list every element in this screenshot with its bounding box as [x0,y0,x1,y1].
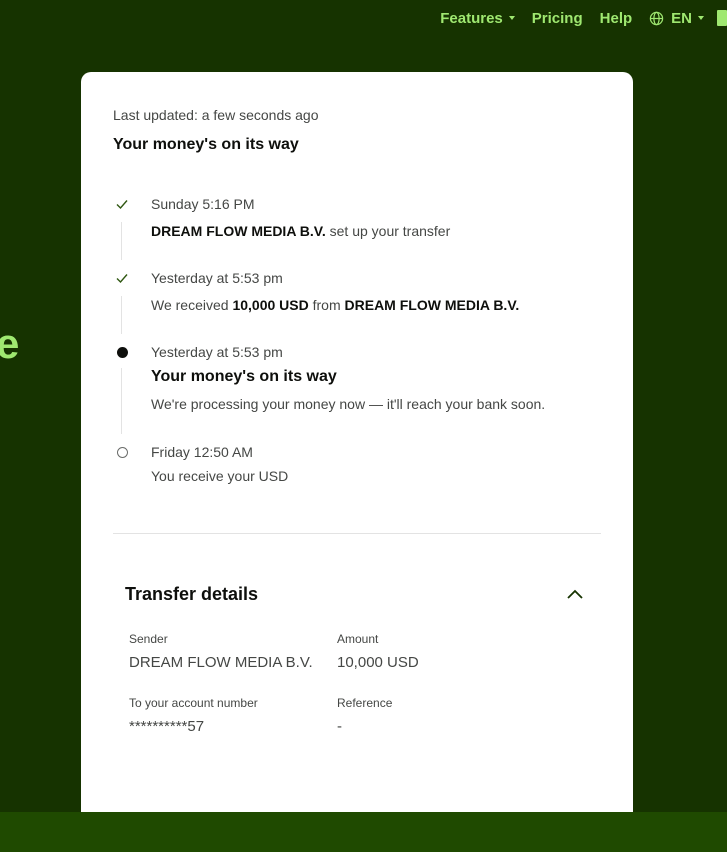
current-dot-icon [117,347,128,358]
detail-label: Amount [337,632,379,646]
timeline-step-heading: Your money's on its way [151,368,337,385]
chevron-up-icon [567,589,583,599]
nav-features-label: Features [440,9,503,27]
nav-overflow-item[interactable] [717,10,727,26]
timeline-connector [121,222,122,260]
transfer-details-toggle[interactable]: Transfer details [125,580,585,608]
desc-text: set up your transfer [325,223,451,239]
nav-help-label: Help [599,9,633,27]
language-selector[interactable]: EN [649,10,704,27]
sender-name: DREAM FLOW MEDIA B.V. [344,297,520,313]
timeline-step-description: We're processing your money now — it'll … [151,396,546,412]
detail-reference: Reference - [337,696,392,735]
detail-value: DREAM FLOW MEDIA B.V. [129,654,313,671]
timeline-step-description: DREAM FLOW MEDIA B.V. set up your transf… [151,223,450,239]
timeline-step-description: You receive your USD [151,468,289,484]
timeline-step-time: Yesterday at 5:53 pm [151,344,283,360]
desc-text: We received [151,297,233,313]
detail-sender: Sender DREAM FLOW MEDIA B.V. [129,632,313,671]
timeline-connector [121,296,122,334]
divider [113,533,601,534]
check-icon [116,200,128,210]
timeline-step-time: Friday 12:50 AM [151,444,253,460]
sender-name: DREAM FLOW MEDIA B.V. [151,223,326,239]
transfer-details-title: Transfer details [125,583,259,604]
pending-step-marker [115,445,129,459]
detail-value: **********57 [129,718,205,735]
amount-text: 10,000 USD [232,297,309,313]
detail-amount: Amount 10,000 USD [337,632,419,671]
detail-value: - [337,718,342,735]
bottom-banner [0,812,727,852]
detail-account-number: To your account number **********57 [129,696,258,735]
detail-label: Sender [129,632,168,646]
globe-icon [649,11,664,25]
card-title: Your money's on its way [113,136,299,153]
nav-pricing-label: Pricing [531,9,583,27]
transfer-status-card: Last updated: a few seconds ago Your mon… [81,72,633,832]
chevron-down-icon [698,16,704,20]
detail-label: To your account number [129,696,258,710]
nav-features[interactable]: Features [440,10,515,27]
check-icon [116,274,128,284]
detail-value: 10,000 USD [337,654,419,671]
last-updated-text: Last updated: a few seconds ago [113,107,319,123]
desc-text: from [308,297,345,313]
timeline-connector [121,368,122,434]
nav-pricing[interactable]: Pricing [532,10,583,27]
top-nav: Features Pricing Help EN [423,7,727,29]
detail-label: Reference [337,696,393,710]
timeline-step-time: Yesterday at 5:53 pm [151,270,283,286]
page: Features Pricing Help EN e Last updated:… [0,0,727,852]
timeline-step-time: Sunday 5:16 PM [151,196,255,212]
timeline-step-description: We received 10,000 USD from DREAM FLOW M… [151,297,519,313]
chevron-down-icon [508,16,515,20]
language-label: EN [671,9,692,27]
current-step-marker [115,345,129,359]
empty-circle-icon [117,447,128,458]
nav-help[interactable]: Help [600,10,633,27]
hero-text-fragment: e [0,320,20,367]
